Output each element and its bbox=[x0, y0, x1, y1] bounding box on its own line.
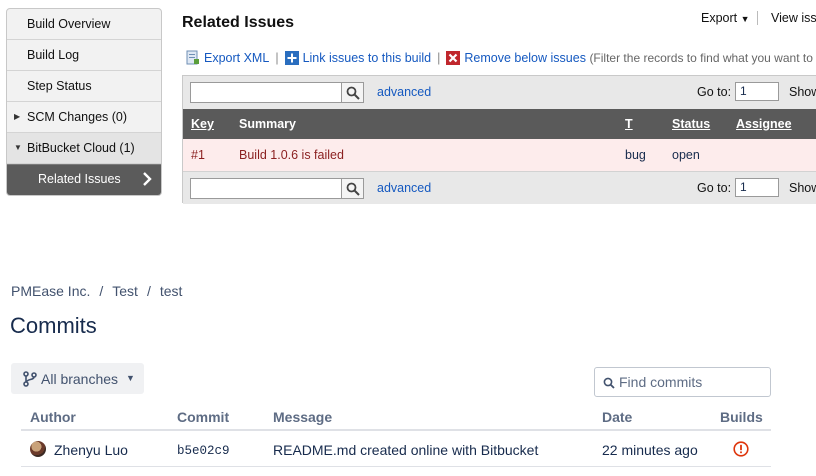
issues-table: advanced Go to: 1 Show Key Summary T Sta… bbox=[182, 75, 816, 204]
goto-page-input[interactable]: 1 bbox=[735, 178, 779, 197]
branch-label: All branches bbox=[41, 371, 119, 387]
commit-hash[interactable]: b5e02c9 bbox=[177, 444, 230, 458]
column-header-builds: Builds bbox=[720, 409, 763, 425]
table-row: Zhenyu Luo b5e02c9 README.md created onl… bbox=[21, 433, 771, 467]
issue-status: open bbox=[672, 148, 700, 162]
commit-date: 22 minutes ago bbox=[602, 442, 698, 458]
table-header: Key Summary T Status Assignee bbox=[183, 109, 816, 139]
issue-type: bug bbox=[625, 148, 646, 162]
sidebar-item-scm-changes[interactable]: ▶ SCM Changes (0) bbox=[7, 102, 161, 133]
export-label: Export bbox=[701, 11, 738, 25]
export-xml-link[interactable]: Export XML bbox=[204, 51, 269, 65]
commit-message[interactable]: README.md created online with Bitbucket bbox=[273, 442, 538, 458]
caret-right-icon: ▶ bbox=[14, 112, 21, 121]
branch-icon bbox=[23, 371, 37, 387]
show-label: Show bbox=[789, 85, 816, 99]
sidebar-item-label: BitBucket Cloud (1) bbox=[27, 141, 135, 155]
sidebar-item-related-issues[interactable]: Related Issues bbox=[7, 164, 161, 195]
breadcrumb-separator: / bbox=[99, 283, 104, 299]
export-xml-icon bbox=[186, 50, 199, 65]
sidebar-item-bitbucket-cloud[interactable]: ▼ BitBucket Cloud (1) bbox=[7, 133, 161, 164]
branch-selector-button[interactable]: All branches ▼ bbox=[11, 363, 144, 394]
sidebar-item-build-log[interactable]: Build Log bbox=[7, 40, 161, 71]
goto-page-input[interactable]: 1 bbox=[735, 82, 779, 101]
build-failed-icon[interactable] bbox=[733, 441, 749, 457]
breadcrumb-item-repo[interactable]: test bbox=[160, 283, 183, 299]
chevron-right-icon bbox=[143, 172, 152, 186]
filter-search-button[interactable] bbox=[342, 82, 364, 103]
caret-down-icon: ▼ bbox=[740, 14, 750, 24]
commits-table-header: Author Commit Message Date Builds bbox=[21, 401, 771, 431]
column-header-assignee[interactable]: Assignee bbox=[736, 117, 792, 131]
remove-icon bbox=[446, 51, 461, 65]
sidebar-item-label: Step Status bbox=[27, 79, 92, 93]
find-commits-box bbox=[594, 367, 771, 397]
link-issues-link[interactable]: Link issues to this build bbox=[303, 51, 432, 65]
filter-search-button[interactable] bbox=[342, 178, 364, 199]
sidebar-item-label: Build Overview bbox=[27, 17, 111, 31]
column-header-status[interactable]: Status bbox=[672, 117, 710, 131]
column-header-commit: Commit bbox=[177, 409, 230, 425]
avatar bbox=[30, 441, 46, 457]
divider bbox=[757, 11, 758, 25]
goto-label: Go to: bbox=[697, 85, 732, 99]
issue-operations: Export XML | Link issues to this build | R… bbox=[186, 50, 816, 65]
filter-input[interactable] bbox=[190, 82, 342, 103]
advanced-search-link[interactable]: advanced bbox=[377, 85, 431, 99]
sidebar-item-step-status[interactable]: Step Status bbox=[7, 71, 161, 102]
export-dropdown[interactable]: Export ▼ bbox=[701, 11, 750, 25]
goto-label: Go to: bbox=[697, 181, 732, 195]
sidebar-item-build-overview[interactable]: Build Overview bbox=[7, 9, 161, 40]
breadcrumb-item-workspace[interactable]: PMEase Inc. bbox=[11, 283, 90, 299]
column-header-message: Message bbox=[273, 409, 333, 425]
table-row[interactable]: #1 Build 1.0.6 is failed bug open bbox=[183, 139, 816, 171]
issue-summary: Build 1.0.6 is failed bbox=[239, 148, 344, 162]
column-header-summary: Summary bbox=[239, 117, 296, 131]
breadcrumb: PMEase Inc. / Test / test bbox=[11, 283, 182, 299]
breadcrumb-item-project[interactable]: Test bbox=[112, 283, 138, 299]
issue-key[interactable]: #1 bbox=[191, 148, 205, 162]
build-sidebar: Build Overview Build Log Step Status ▶ S… bbox=[6, 8, 162, 196]
show-label: Show bbox=[789, 181, 816, 195]
separator: | bbox=[275, 51, 279, 65]
column-header-type[interactable]: T bbox=[625, 117, 633, 131]
sidebar-item-label: SCM Changes (0) bbox=[27, 110, 128, 124]
remove-issues-link[interactable]: Remove below issues bbox=[464, 51, 586, 65]
filter-input[interactable] bbox=[190, 178, 342, 199]
search-icon bbox=[603, 377, 615, 389]
caret-down-icon: ▼ bbox=[14, 143, 22, 152]
breadcrumb-separator: / bbox=[146, 283, 151, 299]
find-commits-input[interactable] bbox=[617, 372, 767, 392]
search-icon bbox=[346, 86, 360, 100]
column-header-author: Author bbox=[30, 409, 76, 425]
advanced-search-link[interactable]: advanced bbox=[377, 181, 431, 195]
caret-down-icon: ▼ bbox=[126, 373, 135, 383]
plus-icon bbox=[284, 51, 299, 65]
filter-bar-bottom: advanced Go to: 1 Show bbox=[183, 171, 816, 204]
commits-title: Commits bbox=[10, 313, 97, 338]
column-header-date: Date bbox=[602, 409, 633, 425]
sidebar-item-label: Build Log bbox=[27, 48, 80, 62]
search-icon bbox=[346, 182, 360, 196]
column-header-key[interactable]: Key bbox=[191, 117, 214, 131]
commit-author[interactable]: Zhenyu Luo bbox=[54, 442, 128, 458]
filter-hint: (Filter the records to find what you wan… bbox=[589, 51, 816, 65]
separator: | bbox=[437, 51, 441, 65]
view-issues-link[interactable]: View issu bbox=[771, 11, 816, 25]
sidebar-item-label: Related Issues bbox=[38, 172, 121, 186]
page-title: Related Issues bbox=[182, 14, 295, 31]
filter-bar-top: advanced Go to: 1 Show bbox=[183, 76, 816, 109]
